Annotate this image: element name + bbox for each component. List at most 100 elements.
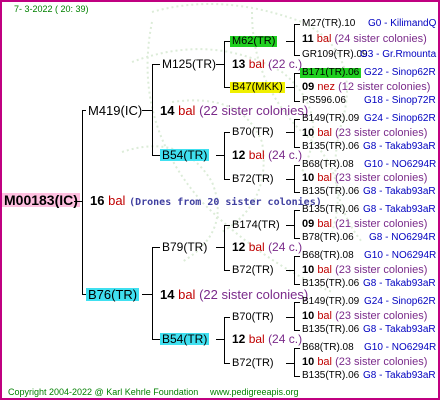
queen-gen3: B47(MKK) [230,80,285,93]
mating-info: 09 bal (21 sister colonies) [302,217,428,230]
pedigree-connector [294,302,295,330]
queen-gen4: B135(TR).06 [302,186,360,197]
bal-label: bal [248,240,265,254]
pedigree-connector [294,119,295,147]
queen-gen4: B135(TR).06 [302,141,360,152]
pedigree-connector [152,155,160,156]
sister-colonies-note: (23 sister colonies) [335,355,428,368]
pedigree-connector [294,210,295,238]
pedigree-connector [286,317,294,318]
bal-label: bal [317,172,332,184]
bal-label: bal [178,286,196,302]
queen-gen4: PS596.06 [302,95,346,106]
sister-colonies-note: (12 sister colonies) [338,80,431,93]
sister-colonies-note: (21 sister colonies) [335,217,428,230]
pedigree-connector [224,132,225,179]
breeder-location: G8 - Takab93aR [363,204,436,215]
drone-count: 12 [232,240,246,254]
pedigree-connector [82,110,83,294]
root-bal: bal [108,193,126,208]
bal-label: bal [317,217,332,230]
root-queen: M00183(IC) [2,192,80,208]
drone-count: 10 [302,263,315,276]
breeder-location: G24 - Sinop62R [364,296,436,307]
bal-label: bal [316,33,332,45]
sister-colonies-note: (24 sister colonies) [334,33,427,45]
pedigree-connector [142,294,152,295]
sister-colonies-note: (24 c.) [268,148,303,162]
drone-count: 12 [232,148,246,162]
sister-colonies-note: (23 sister colonies) [335,172,428,184]
sister-colonies-note: (24 c.) [268,240,303,254]
pedigree-connector [286,270,294,271]
pedigree-connector [224,317,225,363]
pedigree-connector [294,165,295,192]
breeder-location: G3 - Gr.Rmounta [360,49,437,60]
website: www.pedigreeapis.org [210,387,299,397]
pedigree-connector [152,339,160,340]
queen-gen3: B174(TR) [232,218,280,231]
bal-label: nez [317,80,336,93]
breeder-location: G10 - NO6294R [364,342,437,353]
pedigree-connector [152,247,160,248]
pedigree-connector [74,201,82,202]
mating-info: 11 bal (24 sister colonies) [302,34,427,45]
queen-gen3: M62(TR) [230,34,278,47]
pedigree-connector [152,64,160,65]
pedigree-connector [294,24,295,55]
bal-label: bal [317,263,332,276]
sister-colonies-note: (22 sister colonies) [199,286,309,302]
pedigree-connector [286,132,294,133]
pedigree-connector [286,363,294,364]
bal-label: bal [317,309,332,322]
mating-info: 14 bal (22 sister colonies) [160,288,308,301]
drone-count: 10 [302,172,315,184]
bal-label: bal [178,102,196,118]
queen-gen4: B68(TR).08 [302,159,354,170]
drone-count: 10 [302,309,315,322]
sister-colonies-note: (23 sister colonies) [335,126,428,139]
sister-colonies-note: (24 c.) [268,332,303,346]
queen-gen4: B135(TR).06 [302,204,360,215]
breeder-location: G8 - Takab93aR [363,370,436,381]
pedigree-connector [286,225,294,226]
sister-colonies-note: (23 sister colonies) [335,309,428,322]
mating-info: 10 bal (23 sister colonies) [302,355,428,368]
queen-gen4: M27(TR).10 [302,18,356,29]
queen-gen2: M125(TR) [162,57,217,71]
breeder-location: G22 - Sinop62R [364,67,436,78]
queen-gen4: B171(TR).06 [300,67,362,78]
mating-info: 10 bal (23 sister colonies) [302,126,428,139]
queen-gen4: B135(TR).06 [302,278,360,289]
pedigree-connector [216,64,224,65]
mating-info: 10 bal (23 sister colonies) [302,173,427,184]
bal-label: bal [248,57,265,71]
pedigree-connector [224,225,225,270]
mating-info: 10 bal (23 sister colonies) [302,263,427,276]
queen-gen4: B135(TR).06 [302,324,360,335]
pedigree-connector [216,247,224,248]
queen-gen4: B68(TR).08 [302,250,354,261]
pedigree-connector [294,348,295,376]
pedigree-connector [152,247,153,339]
breeder-location: G0 - KilimandQ [368,18,437,29]
pedigree-connector [224,41,225,87]
root-mating-line: 16 bal (Drones from 20 sister colonies) [90,194,322,208]
drone-count: 14 [160,102,175,118]
queen-gen3: B70(TR) [232,310,274,323]
pedigree-connector [286,179,294,180]
pedigree-connector [152,64,153,155]
pedigree-connector [216,339,224,340]
root-drone-note: (Drones from 20 sister colonies) [129,197,322,208]
drone-count: 10 [302,126,315,139]
queen-gen4: B78(TR).06 [302,232,354,243]
pedigree-connector [142,110,152,111]
queen-gen3: B70(TR) [232,125,274,138]
breeder-location: G8 - Takab93aR [363,186,436,197]
breeder-location: G8 - Takab93aR [363,324,436,335]
breeder-location: G24 - Sinop62R [364,113,436,124]
bal-label: bal [248,332,265,346]
queen-gen3: B72(TR) [232,263,274,276]
pedigree-connector [286,87,294,88]
mating-info: 12 bal (24 c.) [232,149,302,161]
